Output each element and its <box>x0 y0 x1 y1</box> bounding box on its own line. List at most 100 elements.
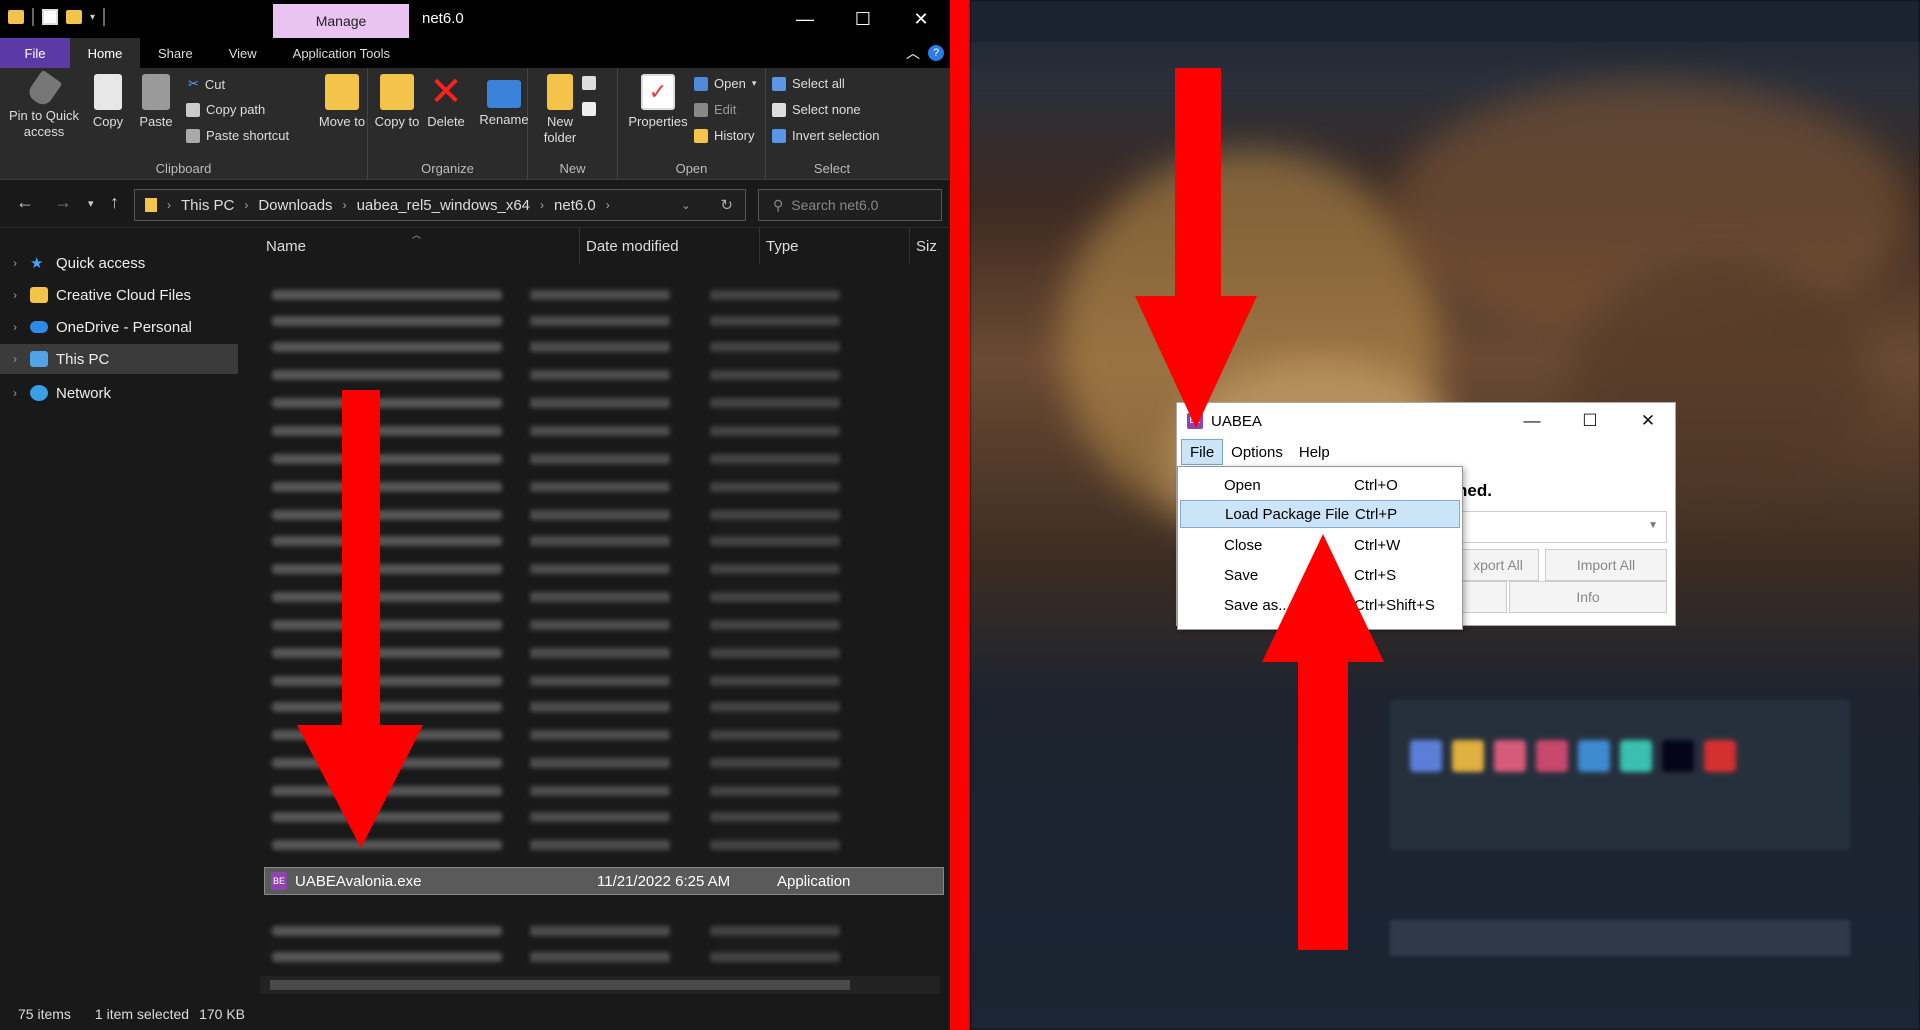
edit-button[interactable]: Edit <box>694 102 736 117</box>
nav-creative-cloud[interactable]: › Creative Cloud Files <box>0 280 238 310</box>
expand-chevron-icon[interactable]: › <box>0 386 30 400</box>
new-item-button[interactable] <box>582 76 596 90</box>
breadcrumb-downloads[interactable]: Downloads <box>258 197 332 214</box>
paste-shortcut-button[interactable]: Paste shortcut <box>186 128 289 143</box>
paste-button[interactable]: Paste <box>128 74 184 130</box>
tab-share[interactable]: Share <box>140 38 211 68</box>
breadcrumb-uabea-folder[interactable]: uabea_rel5_windows_x64 <box>357 197 530 214</box>
column-name[interactable]: Name <box>260 228 580 264</box>
menu-item-load-package-file[interactable]: Load Package File Ctrl+P <box>1180 500 1460 528</box>
move-to-button[interactable]: Move to <box>314 74 370 130</box>
red-divider <box>950 0 970 1030</box>
export-all-button[interactable]: xport All <box>1457 549 1539 581</box>
back-arrow-icon[interactable]: ← <box>16 192 34 213</box>
nav-this-pc[interactable]: › This PC <box>0 344 238 374</box>
properties-label: Properties <box>628 114 688 129</box>
uabea-close-button[interactable]: ✕ <box>1619 403 1677 439</box>
forward-arrow-icon[interactable]: → <box>54 192 72 213</box>
refresh-icon[interactable]: ↻ <box>700 196 745 214</box>
expand-chevron-icon[interactable]: › <box>0 256 30 270</box>
menu-item-label: Close <box>1224 536 1263 554</box>
blur-bar <box>530 676 670 686</box>
rename-button[interactable]: Rename <box>472 74 536 128</box>
blur-bar <box>710 926 840 936</box>
menu-item-open[interactable]: Open Ctrl+O <box>1180 471 1460 499</box>
uabea-file-select[interactable]: ▼ <box>1457 511 1667 543</box>
blur-bar <box>710 676 840 686</box>
search-input[interactable]: ⚲ Search net6.0 <box>758 189 942 221</box>
close-button[interactable]: ✕ <box>892 0 950 38</box>
blur-bar <box>530 812 670 822</box>
cloud-icon <box>30 321 48 333</box>
customize-qat-icon[interactable]: ▾ <box>90 12 95 23</box>
breadcrumb-net6[interactable]: net6.0 <box>554 197 596 214</box>
copy-path-button[interactable]: Copy path <box>186 102 265 117</box>
tab-file[interactable]: File <box>0 38 70 68</box>
crumb-sep: › <box>342 198 347 212</box>
paste-label: Paste <box>139 114 173 129</box>
nav-onedrive[interactable]: › OneDrive - Personal <box>0 312 238 342</box>
up-arrow-icon[interactable]: ↑ <box>110 192 119 213</box>
blur-bar <box>530 370 670 380</box>
select-none-button[interactable]: Select none <box>772 102 861 117</box>
blur-bar <box>530 952 670 962</box>
paste-shortcut-label: Paste shortcut <box>206 128 290 143</box>
new-folder-button[interactable]: New folder <box>532 74 588 146</box>
horizontal-scrollbar[interactable] <box>260 976 940 994</box>
uabea-minimize-button[interactable]: — <box>1503 403 1561 439</box>
nav-network[interactable]: › Network <box>0 378 238 408</box>
menu-file[interactable]: File <box>1181 439 1224 465</box>
new-folder-qat-icon[interactable] <box>66 10 82 24</box>
nav-label: OneDrive - Personal <box>56 318 192 336</box>
expand-chevron-icon[interactable]: › <box>0 288 30 302</box>
explorer-titlebar: ▾ Manage net6.0 — ☐ ✕ <box>0 0 950 38</box>
recent-locations-icon[interactable]: ▾ <box>88 197 94 210</box>
address-box[interactable]: › This PC › Downloads › uabea_rel5_windo… <box>134 189 746 221</box>
breadcrumb-this-pc[interactable]: This PC <box>181 197 234 214</box>
manage-contextual-tab[interactable]: Manage <box>273 4 409 38</box>
properties-qat-icon[interactable] <box>42 9 58 25</box>
minimize-button[interactable]: — <box>776 0 834 38</box>
import-all-button[interactable]: Import All <box>1545 549 1667 581</box>
column-size[interactable]: Siz <box>910 228 950 264</box>
expand-chevron-icon[interactable]: › <box>0 320 30 334</box>
properties-button[interactable]: ✓ Properties <box>620 74 696 130</box>
select-all-button[interactable]: Select all <box>772 76 845 91</box>
delete-button[interactable]: ✕ Delete <box>414 72 478 130</box>
address-dropdown-icon[interactable]: ⌄ <box>681 199 690 212</box>
menu-options[interactable]: Options <box>1223 439 1291 465</box>
info-button[interactable]: Info <box>1509 581 1667 613</box>
collapse-ribbon-icon[interactable]: ︿ <box>906 43 920 63</box>
uabea-blank-button[interactable] <box>1457 581 1507 613</box>
blur-bar <box>530 758 670 768</box>
edit-label: Edit <box>714 102 737 117</box>
pin-to-quick-access-button[interactable]: Pin to Quick access <box>6 69 82 140</box>
blur-bar <box>530 620 670 630</box>
scrollbar-thumb[interactable] <box>270 980 850 990</box>
cut-button[interactable]: ✂ Cut <box>188 76 225 92</box>
column-date-modified[interactable]: Date modified <box>580 228 760 264</box>
blur-bar <box>710 786 840 796</box>
folder-icon <box>145 198 157 212</box>
uabea-maximize-button[interactable]: ☐ <box>1561 403 1619 439</box>
easy-access-button[interactable] <box>582 102 596 116</box>
blurred-file-row <box>272 314 840 328</box>
nav-quick-access[interactable]: › ★ Quick access <box>0 248 238 278</box>
column-type[interactable]: Type <box>760 228 910 264</box>
menu-help[interactable]: Help <box>1291 439 1338 465</box>
invert-selection-button[interactable]: Invert selection <box>772 128 879 143</box>
expand-chevron-icon[interactable]: › <box>0 352 30 366</box>
blur-bar <box>710 648 840 658</box>
blur-bar <box>710 454 840 464</box>
select-none-label: Select none <box>792 102 861 117</box>
open-button[interactable]: Open ▾ <box>694 76 756 91</box>
selected-file-row[interactable]: BE UABEAvalonia.exe 11/21/2022 6:25 AM A… <box>264 867 944 895</box>
selection-size: 170 KB <box>199 1006 246 1022</box>
history-button[interactable]: History <box>694 128 754 143</box>
history-icon <box>694 128 708 143</box>
tab-view[interactable]: View <box>211 38 275 68</box>
maximize-button[interactable]: ☐ <box>834 0 892 38</box>
tab-home[interactable]: Home <box>70 38 140 68</box>
tab-application-tools[interactable]: Application Tools <box>275 38 408 68</box>
help-icon[interactable]: ? <box>928 45 944 61</box>
